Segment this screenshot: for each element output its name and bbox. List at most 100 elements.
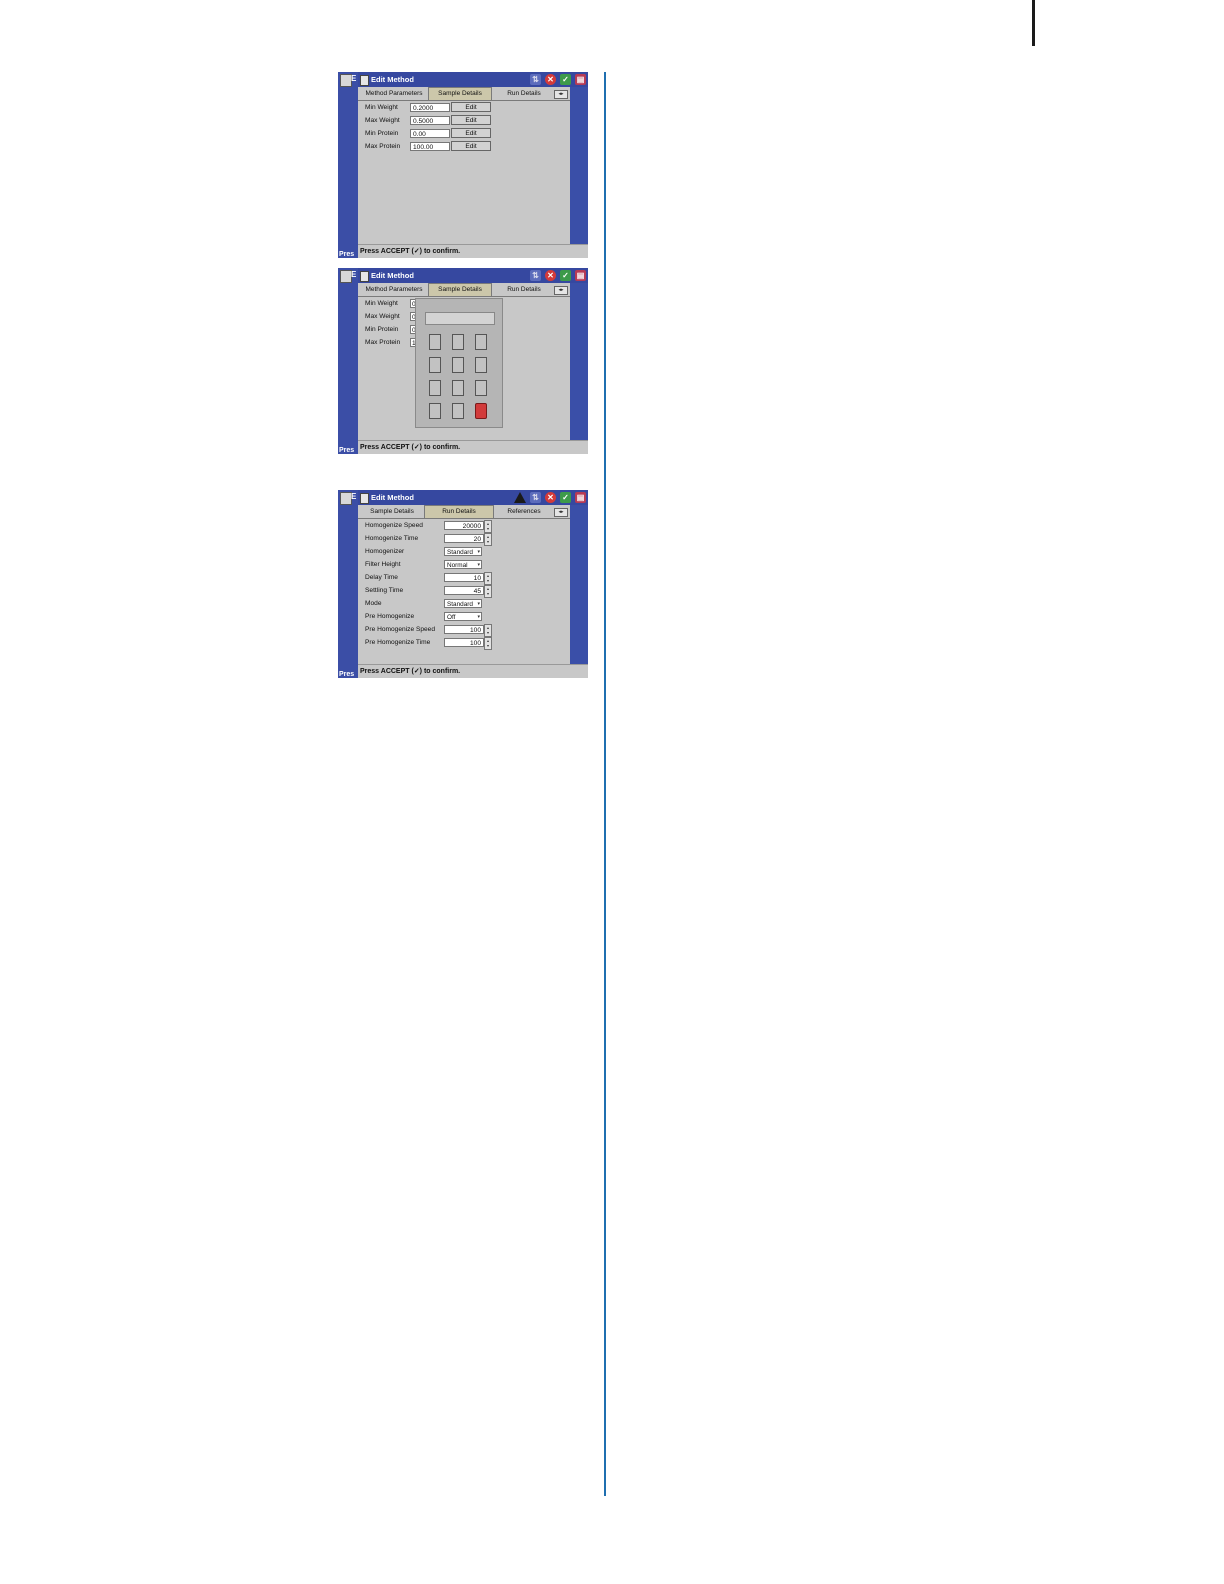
row-label: Min Weight	[365, 104, 398, 111]
updown-arrows-icon[interactable]: ⇅	[530, 492, 541, 503]
pre-homogenize-time-field[interactable]: 100	[444, 638, 484, 647]
tab-bar: Method Parameters Sample Details Run Det…	[358, 283, 570, 297]
tab-bar: Sample Details Run Details References ◂▸	[358, 505, 570, 519]
tab-method-parameters[interactable]: Method Parameters	[360, 88, 428, 100]
row-label: Homogenize Speed	[365, 522, 423, 529]
keypad-key[interactable]	[429, 380, 441, 396]
row-label: Max Weight	[365, 117, 400, 124]
keypad-key[interactable]	[452, 357, 464, 373]
row-label: Pre Homogenize Time	[365, 639, 431, 646]
close-icon[interactable]: ✕	[545, 492, 556, 503]
left-app-strip: E Pres	[338, 490, 358, 678]
row-label: Min Protein	[365, 130, 399, 137]
accept-icon[interactable]: ✓	[560, 492, 571, 503]
keypad-key[interactable]	[429, 357, 441, 373]
window-body: Method Parameters Sample Details Run Det…	[358, 87, 572, 245]
tab-scroll-arrows[interactable]: ◂▸	[554, 90, 568, 99]
pre-homogenize-select[interactable]: Off ▾	[444, 612, 482, 621]
edit-method-window: Edit Method ⇅ ✕ ✓ ▤ Method Parameters Sa…	[358, 268, 588, 454]
pre-homogenize-value: Off	[447, 614, 456, 621]
min-weight-field[interactable]: 0.2000	[410, 103, 450, 112]
document-icon	[360, 75, 369, 86]
edit-button[interactable]: Edit	[451, 102, 491, 112]
row-label: Pre Homogenize Speed	[365, 626, 436, 633]
tab-sample-details[interactable]: Sample Details	[428, 87, 492, 100]
tab-scroll-arrows[interactable]: ◂▸	[554, 286, 568, 295]
keypad-key[interactable]	[475, 334, 487, 350]
keypad-key[interactable]	[429, 403, 441, 419]
spinner-icon[interactable]: ▴ ▾	[484, 533, 492, 546]
press-label: Pres	[339, 251, 355, 258]
help-book-icon[interactable]: ▤	[575, 74, 586, 85]
homogenize-speed-field[interactable]: 20000	[444, 521, 484, 530]
screenshot-run-details: E Pres Edit Method ⇅ ✕ ✓ ▤ Sample Detail…	[338, 490, 588, 678]
row-label: Min Protein	[365, 326, 399, 333]
mode-select[interactable]: Standard ▾	[444, 599, 482, 608]
homogenizer-select[interactable]: Standard ▾	[444, 547, 482, 556]
pre-homogenize-speed-field[interactable]: 100	[444, 625, 484, 634]
chevron-down-icon: ▾	[477, 614, 480, 620]
right-margin	[570, 87, 588, 245]
updown-arrows-icon[interactable]: ⇅	[530, 270, 541, 281]
filter-height-select[interactable]: Normal ▾	[444, 560, 482, 569]
left-strip-label: E	[351, 74, 357, 83]
spinner-icon[interactable]: ▴ ▾	[484, 624, 492, 637]
title-bar: Edit Method ⇅ ✕ ✓ ▤	[358, 490, 588, 505]
updown-arrows-icon[interactable]: ⇅	[530, 74, 541, 85]
spinner-icon[interactable]: ▴ ▾	[484, 520, 492, 533]
keypad-key[interactable]	[475, 357, 487, 373]
tab-sample-details[interactable]: Sample Details	[360, 506, 424, 518]
tab-scroll-arrows[interactable]: ◂▸	[554, 508, 568, 517]
left-app-strip: E Pres	[338, 268, 358, 454]
keypad-display	[425, 312, 495, 325]
window-title: Edit Method	[371, 75, 414, 84]
close-icon[interactable]: ✕	[545, 74, 556, 85]
delay-time-field[interactable]: 10	[444, 573, 484, 582]
chevron-down-icon: ▾	[477, 562, 480, 568]
edit-button[interactable]: Edit	[451, 115, 491, 125]
title-bar: Edit Method ⇅ ✕ ✓ ▤	[358, 72, 588, 87]
max-weight-field[interactable]: 0.5000	[410, 116, 450, 125]
row-label: Max Protein	[365, 143, 401, 150]
tab-run-details[interactable]: Run Details	[424, 505, 494, 518]
tab-method-parameters[interactable]: Method Parameters	[360, 284, 428, 296]
homogenize-time-field[interactable]: 20	[444, 534, 484, 543]
screenshot-sample-details-edit: E Pres Edit Method ⇅ ✕ ✓ ▤ Method Parame…	[338, 72, 588, 258]
keypad-key[interactable]	[429, 334, 441, 350]
tab-run-details[interactable]: Run Details	[498, 284, 550, 296]
keypad-key[interactable]	[452, 334, 464, 350]
edit-button[interactable]: Edit	[451, 141, 491, 151]
status-bar: Press ACCEPT (✓) to confirm.	[358, 440, 588, 454]
spinner-icon[interactable]: ▴ ▾	[484, 585, 492, 598]
accept-icon[interactable]: ✓	[560, 270, 571, 281]
left-app-strip: E Pres	[338, 72, 358, 258]
tab-sample-details[interactable]: Sample Details	[428, 283, 492, 296]
filter-height-value: Normal	[447, 562, 468, 569]
settling-time-field[interactable]: 45	[444, 586, 484, 595]
help-book-icon[interactable]: ▤	[575, 270, 586, 281]
column-divider	[604, 72, 606, 1496]
accept-icon[interactable]: ✓	[560, 74, 571, 85]
help-book-icon[interactable]: ▤	[575, 492, 586, 503]
press-label: Pres	[339, 671, 355, 678]
row-label: Min Weight	[365, 300, 398, 307]
warning-icon[interactable]	[514, 492, 526, 503]
tab-run-details[interactable]: Run Details	[498, 88, 550, 100]
mode-value: Standard	[447, 601, 473, 608]
keypad-key[interactable]	[452, 403, 464, 419]
keypad-cancel-icon[interactable]	[475, 403, 487, 419]
numeric-keypad	[415, 298, 503, 428]
close-icon[interactable]: ✕	[545, 270, 556, 281]
row-label: Max Protein	[365, 339, 401, 346]
spinner-icon[interactable]: ▴ ▾	[484, 572, 492, 585]
title-bar: Edit Method ⇅ ✕ ✓ ▤	[358, 268, 588, 283]
window-body: Method Parameters Sample Details Run Det…	[358, 283, 572, 441]
keypad-key[interactable]	[475, 380, 487, 396]
keypad-key[interactable]	[452, 380, 464, 396]
spinner-icon[interactable]: ▴ ▾	[484, 637, 492, 650]
min-protein-field[interactable]: 0.00	[410, 129, 450, 138]
row-label: Filter Height	[365, 561, 401, 568]
tab-references[interactable]: References	[496, 506, 552, 518]
edit-button[interactable]: Edit	[451, 128, 491, 138]
max-protein-field[interactable]: 100.00	[410, 142, 450, 151]
